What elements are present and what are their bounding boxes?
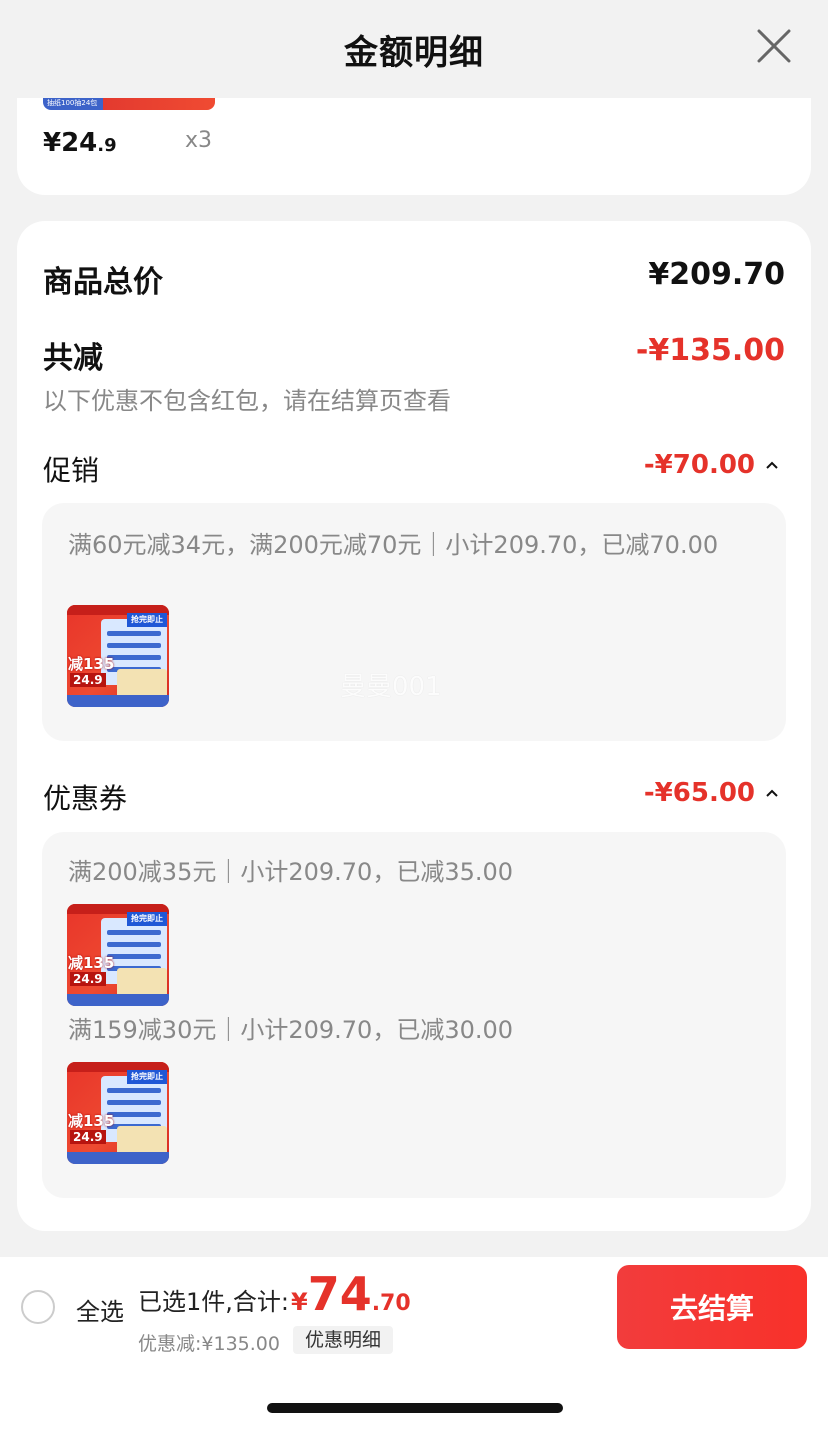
total-label: 商品总价 bbox=[43, 265, 163, 300]
coupon-rule-1: 满200减35元｜小计209.70，已减35.00 bbox=[68, 858, 514, 886]
promotion-rule: 满60元减34元，满200元减70元｜小计209.70，已减70.00 bbox=[68, 531, 719, 559]
selected-count-label: 已选1件,合计: bbox=[138, 1288, 289, 1316]
product-thumbnail[interactable]: 抢完即止 减135 24.9 bbox=[67, 1062, 169, 1164]
coupon-rule-2: 满159减30元｜小计209.70，已减30.00 bbox=[68, 1016, 514, 1044]
promotion-panel: 满60元减34元，满200元减70元｜小计209.70，已减70.00 抢完即止… bbox=[42, 503, 786, 741]
watermark: 曼曼001 bbox=[340, 672, 442, 702]
item-price-decimal: .9 bbox=[97, 135, 117, 156]
total-summary: 已选1件,合计: ¥ 74 .70 bbox=[138, 1271, 411, 1317]
select-all-label[interactable]: 全选 bbox=[76, 1292, 124, 1327]
item-quantity: x3 bbox=[185, 128, 213, 153]
close-icon[interactable] bbox=[756, 28, 792, 64]
home-indicator-area bbox=[0, 1357, 828, 1430]
coupon-value: -¥65.00 bbox=[643, 778, 755, 808]
promotion-toggle[interactable]: -¥70.00 bbox=[644, 450, 779, 480]
thumb-discount: 减135 bbox=[68, 1112, 115, 1130]
thumb-tag: 抢完即止 bbox=[127, 1070, 167, 1084]
item-card: 抽纸100抽24包 ¥24 .9 x3 bbox=[17, 98, 811, 195]
promotion-label: 促销 bbox=[43, 454, 100, 487]
discount-detail-button[interactable]: 优惠明细 bbox=[293, 1326, 394, 1354]
coupon-panel: 满200减35元｜小计209.70，已减35.00 抢完即止 减135 24.9… bbox=[42, 832, 786, 1198]
coupon-toggle[interactable]: -¥65.00 bbox=[644, 778, 779, 808]
home-indicator[interactable] bbox=[267, 1403, 563, 1413]
thumb-discount: 减135 bbox=[68, 655, 115, 673]
thumb-tag: 抢完即止 bbox=[127, 613, 167, 627]
sheet-header: 金额明细 bbox=[0, 0, 828, 98]
thumb-discount: 减135 bbox=[68, 954, 115, 972]
item-price-main: ¥24 bbox=[43, 128, 98, 158]
thumb-price: 24.9 bbox=[70, 1130, 106, 1144]
reduce-value: -¥135.00 bbox=[635, 333, 785, 368]
sheet-title: 金额明细 bbox=[344, 32, 484, 73]
chevron-up-icon bbox=[766, 461, 778, 469]
total-value: ¥209.70 bbox=[648, 257, 785, 292]
total-decimal: .70 bbox=[371, 1291, 411, 1316]
thumb-price: 24.9 bbox=[70, 673, 106, 687]
promotion-value: -¥70.00 bbox=[643, 450, 755, 480]
thumb-tag: 抢完即止 bbox=[127, 912, 167, 926]
amount-detail-card: 商品总价 ¥209.70 共减 -¥135.00 以下优惠不包含红包，请在结算页… bbox=[17, 221, 811, 1231]
thumb-price: 24.9 bbox=[70, 972, 106, 986]
reduce-note: 以下优惠不包含红包，请在结算页查看 bbox=[43, 387, 451, 415]
currency-symbol: ¥ bbox=[290, 1288, 308, 1316]
discount-amount: 优惠减:¥135.00 bbox=[138, 1333, 280, 1355]
reduce-label: 共减 bbox=[43, 341, 103, 376]
item-price: ¥24 .9 bbox=[43, 128, 117, 158]
select-all-checkbox[interactable] bbox=[21, 1290, 55, 1324]
coupon-label: 优惠券 bbox=[43, 782, 128, 815]
chevron-up-icon bbox=[766, 789, 778, 797]
product-thumbnail[interactable]: 抢完即止 减135 24.9 bbox=[67, 605, 169, 707]
checkout-bar: 全选 已选1件,合计: ¥ 74 .70 优惠减:¥135.00 优惠明细 去结… bbox=[0, 1257, 828, 1357]
product-thumbnail[interactable]: 抢完即止 减135 24.9 bbox=[67, 904, 169, 1006]
product-thumbnail-partial[interactable]: 抽纸100抽24包 bbox=[43, 98, 215, 110]
checkout-button[interactable]: 去结算 bbox=[617, 1265, 807, 1349]
total-integer: 74 bbox=[307, 1267, 372, 1321]
thumb-caption: 抽纸100抽24包 bbox=[47, 99, 98, 107]
